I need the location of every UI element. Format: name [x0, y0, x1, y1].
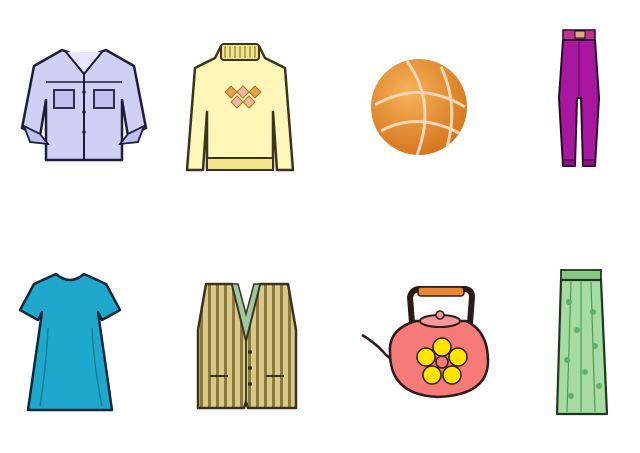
picture-grid	[0, 0, 640, 453]
dress-icon	[18, 268, 122, 418]
vest-icon	[192, 280, 302, 412]
shirt-icon	[18, 40, 150, 168]
sweater-icon	[185, 40, 295, 178]
ball-icon	[367, 55, 472, 160]
skirt-icon	[555, 268, 610, 418]
pants-icon	[555, 28, 603, 170]
kettle-icon	[360, 283, 492, 401]
